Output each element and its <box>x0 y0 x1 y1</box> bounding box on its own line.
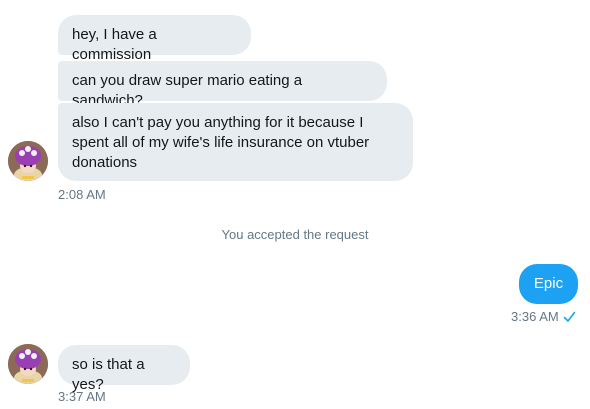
message-timestamp: 3:37 AM <box>58 389 106 404</box>
message-bubble[interactable]: hey, I have a commission <box>58 15 251 63</box>
sender-avatar[interactable] <box>8 344 48 384</box>
message-text: also I can't pay you anything for it bec… <box>72 114 370 171</box>
avatar-image <box>8 141 48 181</box>
request-accepted-notice: You accepted the request <box>221 227 369 242</box>
avatar-image <box>8 344 48 384</box>
message-bubble[interactable]: also I can't pay you anything for it bec… <box>58 103 413 181</box>
message-timestamp: 3:36 AM <box>511 309 559 324</box>
message-text: Epic <box>533 275 564 292</box>
message-text: so is that a yes? <box>72 356 145 393</box>
sender-avatar[interactable] <box>8 141 48 181</box>
sent-timestamp-row: 3:36 AM <box>511 309 576 326</box>
message-timestamp: 2:08 AM <box>58 187 106 202</box>
message-text: hey, I have a commission <box>72 26 157 63</box>
message-bubble[interactable]: so is that a yes? <box>58 345 190 393</box>
checkmark-icon <box>563 311 576 326</box>
message-bubble-sent[interactable]: Epic <box>519 264 578 304</box>
message-bubble[interactable]: can you draw super mario eating a sandwi… <box>58 61 387 109</box>
